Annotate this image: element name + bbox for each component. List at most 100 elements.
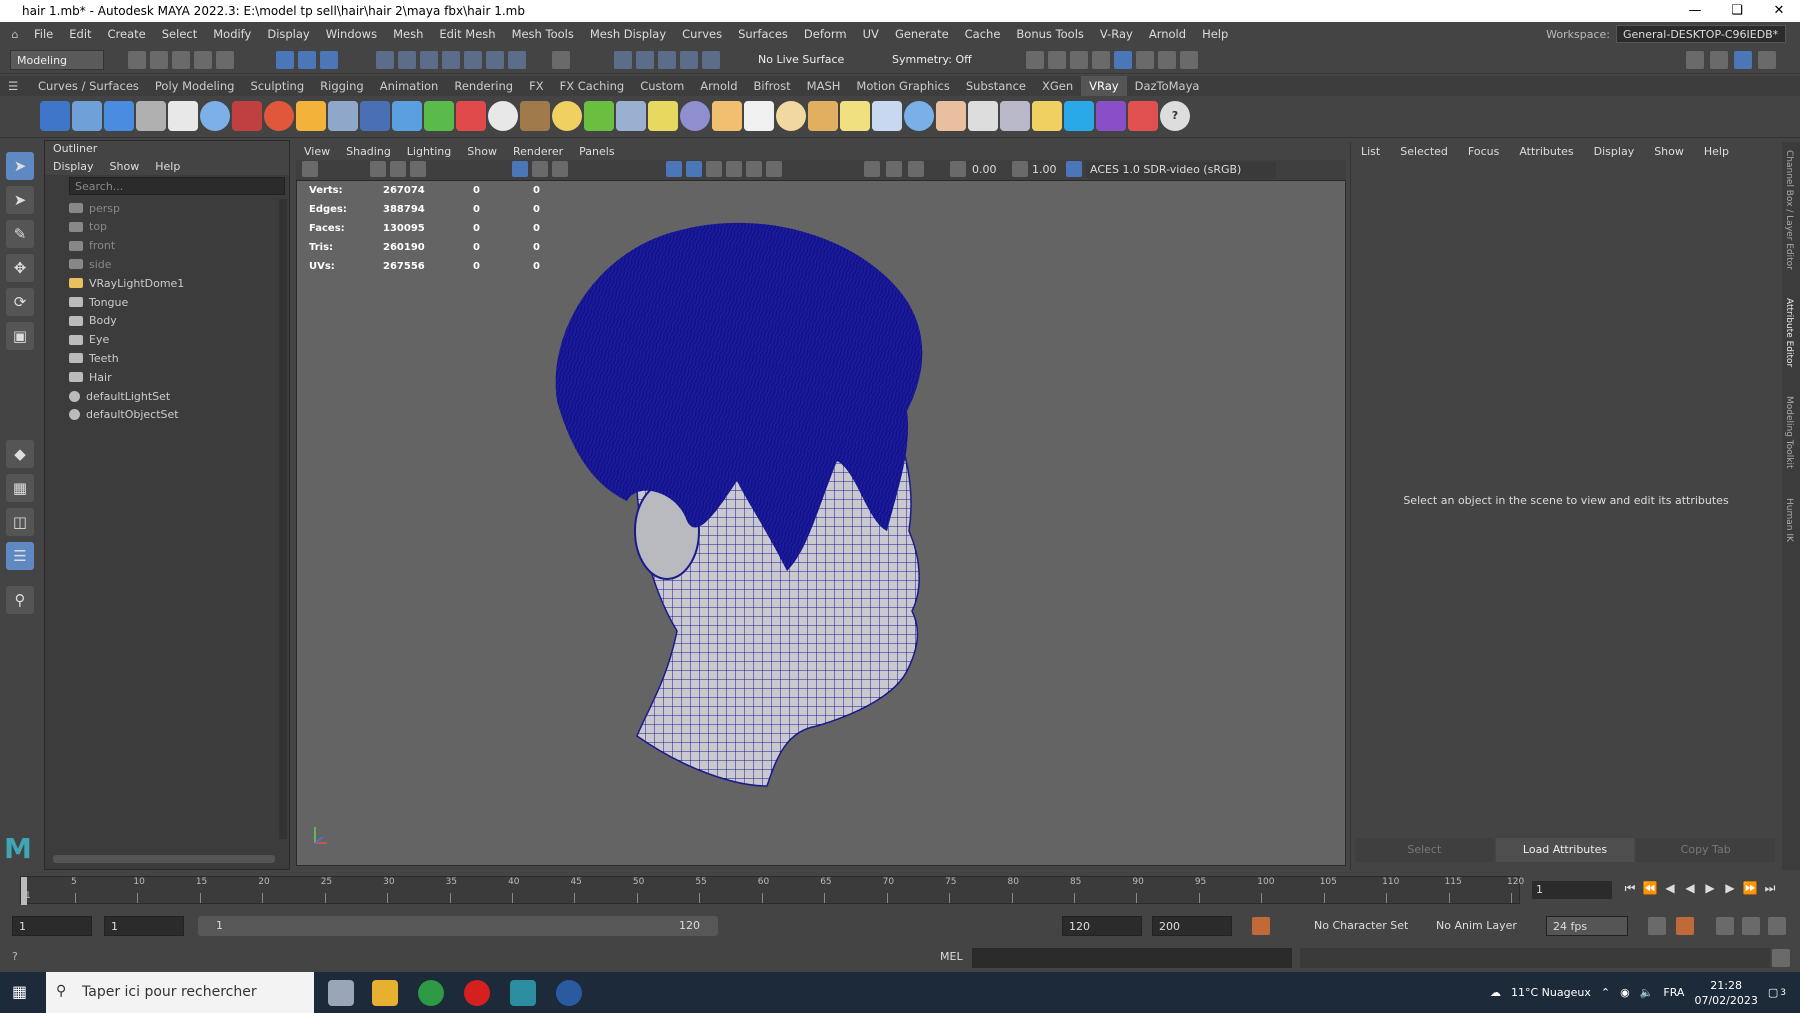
outliner-menu-help[interactable]: Help [147,160,188,173]
loop-icon[interactable] [1648,917,1666,935]
render-setup-icon[interactable] [1136,51,1154,69]
snap-grid-icon[interactable] [376,51,394,69]
menu-mesh[interactable]: Mesh [385,27,431,41]
attr-menu-attributes[interactable]: Attributes [1509,145,1583,158]
render-settings-icon[interactable] [1092,51,1110,69]
vray-log-icon[interactable] [168,101,198,131]
side-tab-channel-box[interactable]: Channel Box / Layer Editor [1784,150,1794,270]
textured-icon[interactable] [706,161,722,177]
shelf-tab-poly-modeling[interactable]: Poly Modeling [147,76,243,96]
vray-spot-light-icon[interactable] [808,101,838,131]
task-view-icon[interactable] [328,980,354,1006]
animation-end-field[interactable]: 200 [1152,916,1232,936]
persp-outliner-view-icon[interactable]: ◫ [6,508,34,536]
shelf-tab-bifrost[interactable]: Bifrost [746,76,799,96]
vray-ies-icon[interactable] [872,101,902,131]
vray-material-icon[interactable] [200,101,230,131]
clock[interactable]: 21:28 07/02/2023 [1694,978,1757,1008]
menu-surfaces[interactable]: Surfaces [730,27,796,41]
outliner-item[interactable]: Hair [45,368,275,386]
vray-fur-icon[interactable] [392,101,422,131]
camera-attributes-icon[interactable] [370,161,386,177]
help-icon[interactable]: ? [12,950,18,963]
vray-omni-light-icon[interactable] [840,101,870,131]
attr-menu-focus[interactable]: Focus [1458,145,1509,158]
vray-proxy-icon[interactable] [360,101,390,131]
outliner-menu-show[interactable]: Show [102,160,148,173]
shelf-tab-rigging[interactable]: Rigging [312,76,372,96]
xray-icon[interactable] [886,161,902,177]
rotate-tool-icon[interactable]: ⟳ [6,288,34,316]
menu-create[interactable]: Create [100,27,154,41]
color-management-icon[interactable] [1066,161,1082,177]
character-icon[interactable] [1768,917,1786,935]
windows-start-icon[interactable]: ▦ [12,982,32,1002]
outliner-item[interactable]: side [45,255,275,273]
menu-bonus-tools[interactable]: Bonus Tools [1008,27,1091,41]
vray-clipper-icon[interactable] [616,101,646,131]
outliner-search-input[interactable]: Search... [69,177,285,195]
select-by-hierarchy-icon[interactable] [276,51,294,69]
vray-bake-icon[interactable] [1000,101,1030,131]
exposure-value[interactable]: 0.00 [972,163,997,176]
attr-menu-list[interactable]: List [1351,145,1390,158]
menu-generate[interactable]: Generate [887,27,957,41]
shadows-icon[interactable] [746,161,762,177]
menu-curves[interactable]: Curves [674,27,730,41]
vray-mesh-export-icon[interactable] [328,101,358,131]
outliner-item[interactable]: defaultLightSet [45,387,275,405]
shelf-tab-animation[interactable]: Animation [372,76,447,96]
range-slider[interactable]: 1 120 [198,916,718,936]
mel-label[interactable]: MEL [940,950,963,963]
step-back-frame-icon[interactable]: ◀ [1660,881,1680,896]
menu-file[interactable]: File [26,27,61,41]
redo-icon[interactable] [216,51,234,69]
copy-tab-button[interactable]: Copy Tab [1636,838,1776,862]
vray-texture-icon[interactable] [456,101,486,131]
scale-tool-icon[interactable]: ▣ [6,322,34,350]
menu-edit[interactable]: Edit [61,27,99,41]
open-scene-icon[interactable] [150,51,168,69]
play-backwards-icon[interactable]: ◀ [1680,881,1700,896]
live-surface-field[interactable]: No Live Surface [752,50,856,70]
shelf-tab-rendering[interactable]: Rendering [446,76,521,96]
taskbar-search-input[interactable]: Taper ici pour rechercher [46,972,314,1013]
channel-box-toggle-icon[interactable] [1758,51,1776,69]
snap-live-icon[interactable] [464,51,482,69]
render-view-icon[interactable] [1026,51,1044,69]
attr-menu-selected[interactable]: Selected [1390,145,1458,158]
viewport-menu-view[interactable]: View [296,145,338,158]
snap-view-plane-icon[interactable] [442,51,460,69]
snap-pivot-icon[interactable] [508,51,526,69]
vray-rect-light-icon[interactable] [520,101,550,131]
vray-plug-icon[interactable] [136,101,166,131]
workspace-dropdown[interactable]: General-DESKTOP-C96IEDB* [1616,25,1786,43]
shelf-tab-fx-caching[interactable]: FX Caching [552,76,633,96]
perspective-viewport[interactable]: Verts: 267074 0 0 Edges: 388794 0 0 Faces: 1300… [296,180,1346,866]
tray-chevron-icon[interactable]: ⌃ [1601,986,1610,999]
play-forwards-icon[interactable]: ▶ [1700,881,1720,896]
menu-mesh-display[interactable]: Mesh Display [582,27,674,41]
snap-surface-icon[interactable] [486,51,504,69]
outliner-item[interactable]: defaultObjectSet [45,406,275,424]
script-editor-icon[interactable] [1772,949,1790,967]
color-space-dropdown[interactable]: ACES 1.0 SDR-video (sRGB) [1086,162,1276,178]
wireframe-icon[interactable] [666,161,682,177]
chrome-icon[interactable] [418,980,444,1006]
animation-preferences-icon[interactable] [1742,917,1760,935]
snap-curve-icon[interactable] [398,51,416,69]
vray-chaos-cosmos-icon[interactable] [1096,101,1126,131]
weather-text[interactable]: 11°C Nuageux [1511,986,1591,999]
outliner-menu-display[interactable]: Display [45,160,102,173]
shelf-tab-vray[interactable]: VRay [1081,76,1127,96]
select-tool-icon[interactable]: ➤ [6,152,34,180]
vray-light-lister-icon[interactable] [1032,101,1062,131]
soft-select-icon[interactable] [702,51,720,69]
vray-scatter-icon[interactable] [424,101,454,131]
gamma-value[interactable]: 1.00 [1032,163,1057,176]
attr-menu-show[interactable]: Show [1644,145,1694,158]
shelf-tab-xgen[interactable]: XGen [1034,76,1081,96]
gamma-icon[interactable] [1012,161,1028,177]
symmetry-dropdown[interactable]: Symmetry: Off [886,50,986,70]
network-icon[interactable]: ◉ [1620,986,1630,999]
